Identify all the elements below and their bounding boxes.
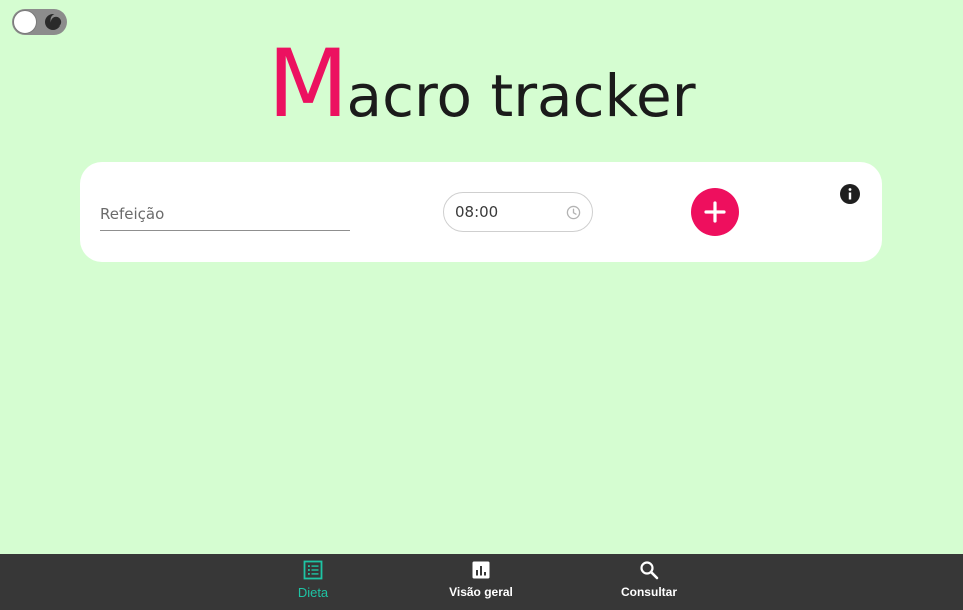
plus-icon <box>704 201 726 223</box>
list-icon <box>303 560 323 580</box>
info-icon[interactable] <box>839 183 861 205</box>
nav-label-dieta: Dieta <box>297 585 329 600</box>
time-value: 08:00 <box>455 203 499 221</box>
add-meal-button[interactable] <box>691 188 739 236</box>
search-icon <box>640 561 659 580</box>
clock-icon[interactable] <box>566 205 581 220</box>
title-initial: M <box>267 30 348 139</box>
nav-item-dieta[interactable]: Dieta <box>258 554 368 610</box>
meal-field <box>100 200 350 231</box>
meal-form-card: 08:00 <box>80 162 882 262</box>
nav-label-consultar: Consultar <box>620 585 677 599</box>
app-title: Macro tracker <box>0 38 963 132</box>
nav-label-visao-geral: Visão geral <box>449 585 513 599</box>
moon-icon <box>45 13 62 30</box>
theme-toggle[interactable] <box>12 9 67 35</box>
toggle-knob[interactable] <box>13 10 37 34</box>
time-input[interactable]: 08:00 <box>443 192 593 232</box>
nav-item-consultar[interactable]: Consultar <box>594 554 704 610</box>
bar-chart-icon <box>472 561 490 579</box>
bottom-nav: Dieta Visão geral Consultar <box>0 554 963 610</box>
meal-input[interactable] <box>100 200 350 228</box>
title-rest: acro tracker <box>346 62 696 130</box>
nav-item-visao-geral[interactable]: Visão geral <box>426 554 536 610</box>
